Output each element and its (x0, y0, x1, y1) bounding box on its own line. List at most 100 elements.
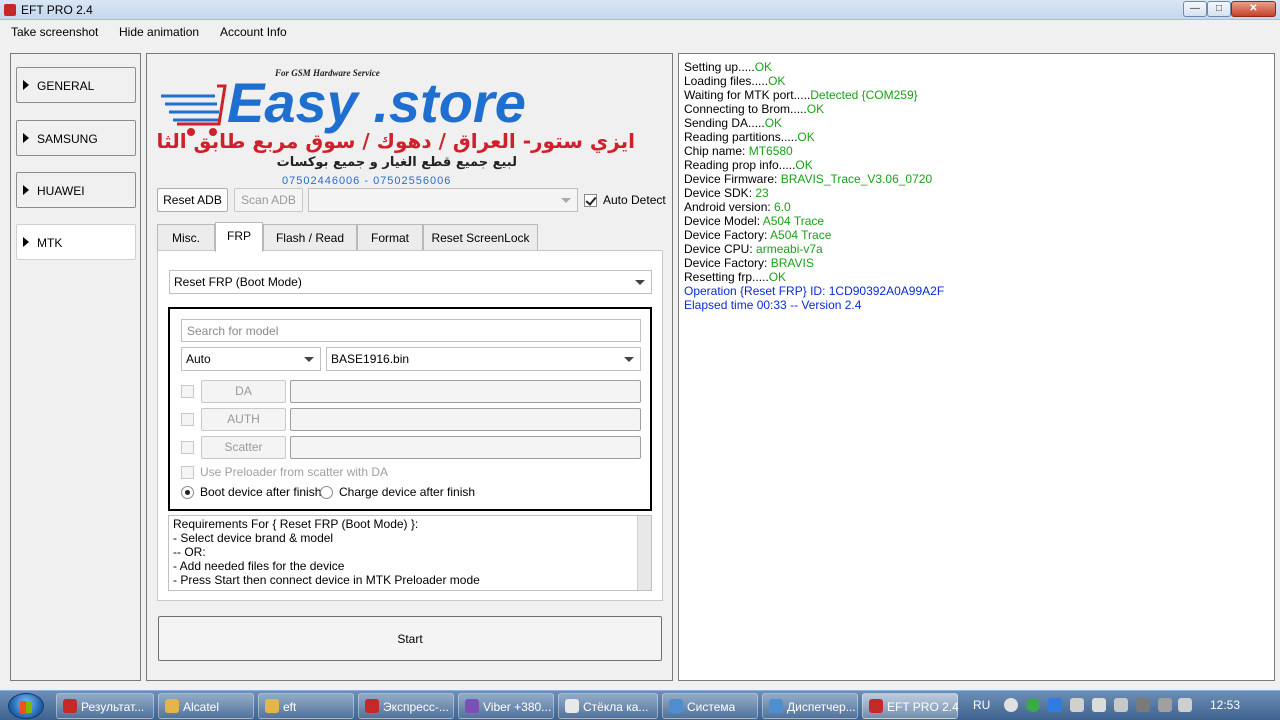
windows-logo-icon (20, 701, 32, 713)
da-button[interactable]: DA (201, 380, 286, 403)
expand-arrow-icon (23, 237, 29, 247)
taskbar-item-eft-pro[interactable]: EFT PRO 2.4 (862, 693, 959, 719)
tray-app-icon[interactable] (1136, 698, 1150, 712)
da-path-field[interactable] (290, 380, 641, 403)
requirements-scrollbar[interactable] (637, 516, 651, 590)
volume-icon[interactable] (1178, 698, 1192, 712)
taskbar-item-label: Результат... (81, 700, 145, 714)
reset-adb-button[interactable]: Reset ADB (157, 188, 228, 212)
log-line: Waiting for MTK port.....Detected {COM25… (684, 88, 918, 102)
auth-button[interactable]: AUTH (201, 408, 286, 431)
minimize-button[interactable]: — (1183, 1, 1207, 17)
mode-dropdown[interactable]: Auto (181, 347, 321, 371)
tab-flash-read[interactable]: Flash / Read (263, 224, 357, 251)
taskbar-item-eft[interactable]: eft (258, 693, 354, 719)
log-value: Elapsed time 00:33 -- Version 2.4 (684, 298, 862, 312)
requirements-line: - Press Start then connect device in MTK… (173, 573, 480, 587)
auth-checkbox[interactable] (181, 413, 194, 426)
taskbar-item-label: EFT PRO 2.4 (887, 700, 959, 714)
app-icon (4, 4, 16, 16)
nav-huawei[interactable]: HUAWEI (16, 172, 136, 208)
expand-arrow-icon (23, 185, 29, 195)
log-line: Resetting frp.....OK (684, 270, 786, 284)
antivirus-icon[interactable] (1026, 698, 1040, 712)
window-title: EFT PRO 2.4 (21, 3, 93, 17)
log-line: Connecting to Brom.....OK (684, 102, 824, 116)
log-line: Device Firmware: BRAVIS_Trace_V3.06_0720 (684, 172, 932, 186)
requirements-textbox[interactable]: Requirements For { Reset FRP (Boot Mode)… (168, 515, 652, 591)
tray-app-icon[interactable] (1092, 698, 1106, 712)
menu-hide-animation[interactable]: Hide animation (119, 25, 199, 39)
scatter-button[interactable]: Scatter (201, 436, 286, 459)
boot-after-radio[interactable] (181, 486, 194, 499)
mode-value: Auto (186, 352, 211, 366)
tab-misc[interactable]: Misc. (157, 224, 215, 251)
operation-dropdown[interactable]: Reset FRP (Boot Mode) (169, 270, 652, 294)
clock[interactable]: 12:53 (1210, 698, 1240, 712)
port-dropdown[interactable] (308, 188, 578, 212)
taskbar: Результат... Alcatel eft Экспресс-... Vi… (0, 690, 1280, 720)
network-icon[interactable] (1048, 698, 1062, 712)
frp-tab-page: Reset FRP (Boot Mode) Search for model A… (157, 250, 663, 601)
scatter-checkbox[interactable] (181, 441, 194, 454)
menu-take-screenshot[interactable]: Take screenshot (11, 25, 98, 39)
log-line: Operation {Reset FRP} ID: 1CD90392A0A99A… (684, 284, 944, 298)
nav-mtk[interactable]: MTK (16, 224, 136, 260)
taskbar-item-viber[interactable]: Viber +380... (458, 693, 554, 719)
log-value: OK (768, 74, 786, 88)
signal-icon[interactable] (1158, 698, 1172, 712)
menu-account-info[interactable]: Account Info (220, 25, 287, 39)
taskbar-item-system[interactable]: Система (662, 693, 758, 719)
charge-after-radio[interactable] (320, 486, 333, 499)
log-line: Reading partitions.....OK (684, 130, 815, 144)
log-value: BRAVIS (770, 256, 814, 270)
log-line: Device Model: A504 Trace (684, 214, 824, 228)
da-checkbox[interactable] (181, 385, 194, 398)
tab-reset-screenlock[interactable]: Reset ScreenLock (423, 224, 538, 251)
logo-brand: Easy .store (227, 71, 526, 134)
start-button[interactable]: Start (158, 616, 662, 661)
help-icon[interactable] (1004, 698, 1018, 712)
log-value: MT6580 (748, 144, 793, 158)
nav-general[interactable]: GENERAL (16, 67, 136, 103)
tab-frp[interactable]: FRP (215, 222, 263, 252)
scatter-path-field[interactable] (290, 436, 641, 459)
maximize-button[interactable]: □ (1207, 1, 1231, 17)
monitor-icon[interactable] (1070, 698, 1084, 712)
use-preloader-checkbox[interactable] (181, 466, 194, 479)
log-label: Connecting to Brom..... (684, 102, 807, 116)
nav-samsung[interactable]: SAMSUNG (16, 120, 136, 156)
charge-after-label: Charge device after finish (339, 485, 476, 499)
scan-adb-button[interactable]: Scan ADB (234, 188, 303, 212)
taskbar-item-glass[interactable]: Стёкла ка... (558, 693, 658, 719)
auto-detect-label: Auto Detect (603, 193, 666, 207)
chevron-down-icon (561, 198, 571, 203)
taskbar-item-express[interactable]: Экспресс-... (358, 693, 454, 719)
log-label: Device Factory: (684, 256, 771, 270)
model-search-input[interactable]: Search for model (181, 319, 641, 342)
taskbar-item-results[interactable]: Результат... (56, 693, 154, 719)
easy-store-logo: For GSM Hardware Service Easy .store ايز… (157, 68, 635, 187)
expand-arrow-icon (23, 80, 29, 90)
file-value: BASE1916.bin (331, 352, 410, 366)
tab-format[interactable]: Format (357, 224, 423, 251)
chevron-down-icon (624, 357, 634, 362)
auth-path-field[interactable] (290, 408, 641, 431)
log-value: A504 Trace (770, 228, 832, 242)
file-dropdown[interactable]: BASE1916.bin (326, 347, 641, 371)
log-value: Operation {Reset FRP} ID: 1CD90392A0A99A… (684, 284, 945, 298)
log-value: armeabi-v7a (756, 242, 823, 256)
start-button-orb[interactable] (8, 693, 44, 719)
taskbar-item-label: Alcatel (183, 700, 220, 714)
device-manager-icon (769, 699, 783, 713)
tray-app-icon[interactable] (1114, 698, 1128, 712)
nav-label: MTK (37, 236, 63, 250)
auto-detect-checkbox[interactable] (584, 194, 597, 207)
taskbar-item-alcatel[interactable]: Alcatel (158, 693, 254, 719)
language-indicator[interactable]: RU (973, 698, 990, 712)
taskbar-item-label: eft (283, 700, 297, 714)
taskbar-item-dispatcher[interactable]: Диспетчер... (762, 693, 858, 719)
close-button[interactable]: ✕ (1231, 1, 1276, 17)
log-label: Device Factory: (684, 228, 771, 242)
taskbar-item-label: Viber +380... (483, 700, 551, 714)
